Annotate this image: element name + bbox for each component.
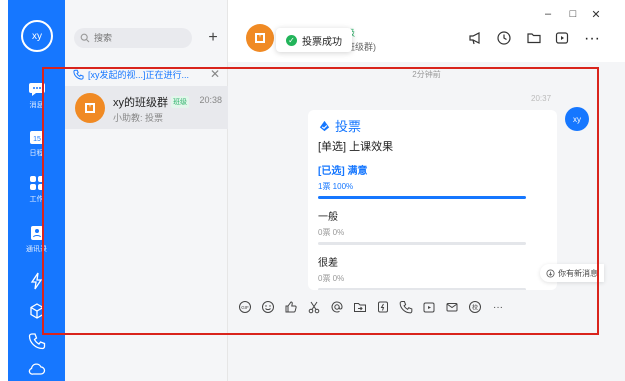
svg-text:GIF: GIF bbox=[241, 305, 249, 310]
chat-panel: 级 班级群) ✓ 投票成功 – □ ✕ ··· 2分钟前 20:37 xy 投 bbox=[228, 0, 625, 381]
success-toast: ✓ 投票成功 bbox=[276, 28, 352, 52]
search-input[interactable] bbox=[94, 33, 184, 43]
rail-item-label: 通讯录 bbox=[26, 246, 47, 253]
vote-icon bbox=[318, 119, 331, 132]
new-message-hint[interactable]: 你有新消息 bbox=[540, 264, 604, 282]
book-icon bbox=[82, 100, 98, 116]
sender-avatar[interactable]: xy bbox=[565, 107, 589, 131]
mail-icon[interactable] bbox=[445, 300, 459, 314]
rail-item-contacts[interactable]: 通讯录 bbox=[8, 224, 65, 254]
vote-option-stat: 1票 100% bbox=[318, 182, 354, 191]
rail-item-messages[interactable]: 消息 bbox=[8, 80, 65, 110]
clock-icon[interactable] bbox=[496, 30, 512, 46]
svg-text:15: 15 bbox=[33, 136, 41, 143]
new-message-text: 你有新消息 bbox=[558, 268, 598, 278]
conversation-preview: 小助教: 投票 bbox=[113, 113, 164, 123]
search-box[interactable] bbox=[74, 28, 192, 48]
chat-header: 级 班级群) ✓ 投票成功 – □ ✕ ··· bbox=[228, 0, 625, 62]
minimize-button[interactable]: – bbox=[542, 8, 554, 20]
vote-question: [单选] 上课效果 bbox=[318, 141, 394, 153]
rail-item-label: 工作 bbox=[29, 196, 44, 203]
vote-progress-fill bbox=[318, 196, 526, 199]
lightning-icon[interactable] bbox=[28, 272, 46, 290]
vote-progress-track bbox=[318, 288, 526, 290]
rail-item-label: 日程 bbox=[29, 150, 44, 157]
contacts-icon bbox=[8, 224, 65, 242]
conversation-item[interactable]: xy的班级群 班级 20:38 小助教: 投票 bbox=[65, 86, 228, 129]
close-icon[interactable]: ✕ bbox=[210, 67, 220, 81]
book-icon bbox=[252, 30, 268, 46]
vote-progress-track bbox=[318, 242, 526, 245]
more-tools-icon[interactable]: ··· bbox=[491, 300, 505, 314]
power-bolt-icon[interactable] bbox=[376, 300, 390, 314]
svg-text:校: 校 bbox=[472, 303, 478, 311]
emoji-icon[interactable] bbox=[261, 300, 275, 314]
conversation-name-row: xy的班级群 班级 bbox=[113, 94, 189, 110]
gif-icon[interactable]: GIF bbox=[238, 300, 252, 314]
vote-card[interactable]: 投票 [单选] 上课效果 [已选] 满意 1票 100% 一般 0票 0% 很差… bbox=[308, 110, 557, 290]
thumbs-up-icon[interactable] bbox=[284, 300, 298, 314]
message-input-area[interactable] bbox=[228, 322, 625, 381]
vote-option[interactable]: 很差 0票 0% bbox=[318, 254, 526, 290]
vote-title-text: 投票 bbox=[335, 119, 362, 134]
live-banner-text: [xy发起的视...]正在进行... bbox=[88, 69, 190, 80]
at-icon[interactable] bbox=[330, 300, 344, 314]
search-icon bbox=[80, 33, 90, 43]
vote-option-stat: 0票 0% bbox=[318, 274, 345, 283]
message-time: 20:37 bbox=[531, 94, 552, 103]
apps-grid-icon bbox=[8, 174, 65, 192]
vote-progress-track bbox=[318, 196, 526, 199]
rail-item-label: 消息 bbox=[29, 102, 44, 109]
vote-option[interactable]: [已选] 满意 1票 100% bbox=[318, 162, 526, 199]
phone-ringing-icon bbox=[73, 69, 84, 80]
group-avatar[interactable] bbox=[246, 24, 274, 52]
video-icon[interactable] bbox=[554, 30, 570, 46]
group-avatar bbox=[75, 93, 105, 123]
vote-option-name: 很差 bbox=[318, 258, 338, 269]
maximize-button[interactable]: □ bbox=[567, 8, 579, 20]
cloud-icon[interactable] bbox=[28, 360, 46, 378]
rail-item-calendar[interactable]: 15 日程 bbox=[8, 128, 65, 158]
arrow-down-icon bbox=[546, 268, 555, 278]
conversation-list-panel: + [xy发起的视...]正在进行... ✕ xy的班级群 班级 20:38 小… bbox=[65, 0, 228, 381]
live-icon[interactable] bbox=[422, 300, 436, 314]
scissors-icon[interactable] bbox=[307, 300, 321, 314]
folder-send-icon[interactable] bbox=[353, 300, 367, 314]
close-window-button[interactable]: ✕ bbox=[590, 8, 602, 21]
message-timestamp: 2分钟前 bbox=[412, 70, 441, 79]
vote-option-name: [已选] 满意 bbox=[318, 166, 368, 177]
vote-option-name: 一般 bbox=[318, 212, 338, 223]
megaphone-icon[interactable] bbox=[468, 30, 484, 46]
add-button[interactable]: + bbox=[203, 28, 223, 48]
vote-option[interactable]: 一般 0票 0% bbox=[318, 208, 526, 245]
school-icon[interactable]: 校 bbox=[468, 300, 482, 314]
left-rail: xy 消息 15 日程 工作 通讯录 bbox=[8, 0, 65, 381]
live-session-banner[interactable]: [xy发起的视...]正在进行... ✕ bbox=[65, 64, 228, 84]
conversation-name: xy的班级群 bbox=[113, 97, 168, 109]
folder-icon[interactable] bbox=[526, 30, 542, 46]
check-circle-icon: ✓ bbox=[286, 34, 297, 46]
cube-icon[interactable] bbox=[28, 302, 46, 320]
call-icon[interactable] bbox=[399, 300, 413, 314]
vote-card-title: 投票 bbox=[318, 116, 361, 135]
conversation-time: 20:38 bbox=[199, 95, 222, 105]
input-toolbar: GIF 校 ··· bbox=[228, 292, 625, 322]
more-icon[interactable]: ··· bbox=[584, 30, 600, 47]
user-avatar[interactable]: xy bbox=[21, 20, 53, 52]
rail-item-work[interactable]: 工作 bbox=[8, 174, 65, 204]
class-tag: 班级 bbox=[171, 96, 189, 108]
vote-option-stat: 0票 0% bbox=[318, 228, 345, 237]
phone-icon[interactable] bbox=[28, 332, 46, 350]
toast-text: 投票成功 bbox=[302, 36, 342, 48]
calendar-icon: 15 bbox=[8, 128, 65, 146]
chat-bubble-icon bbox=[8, 80, 65, 98]
